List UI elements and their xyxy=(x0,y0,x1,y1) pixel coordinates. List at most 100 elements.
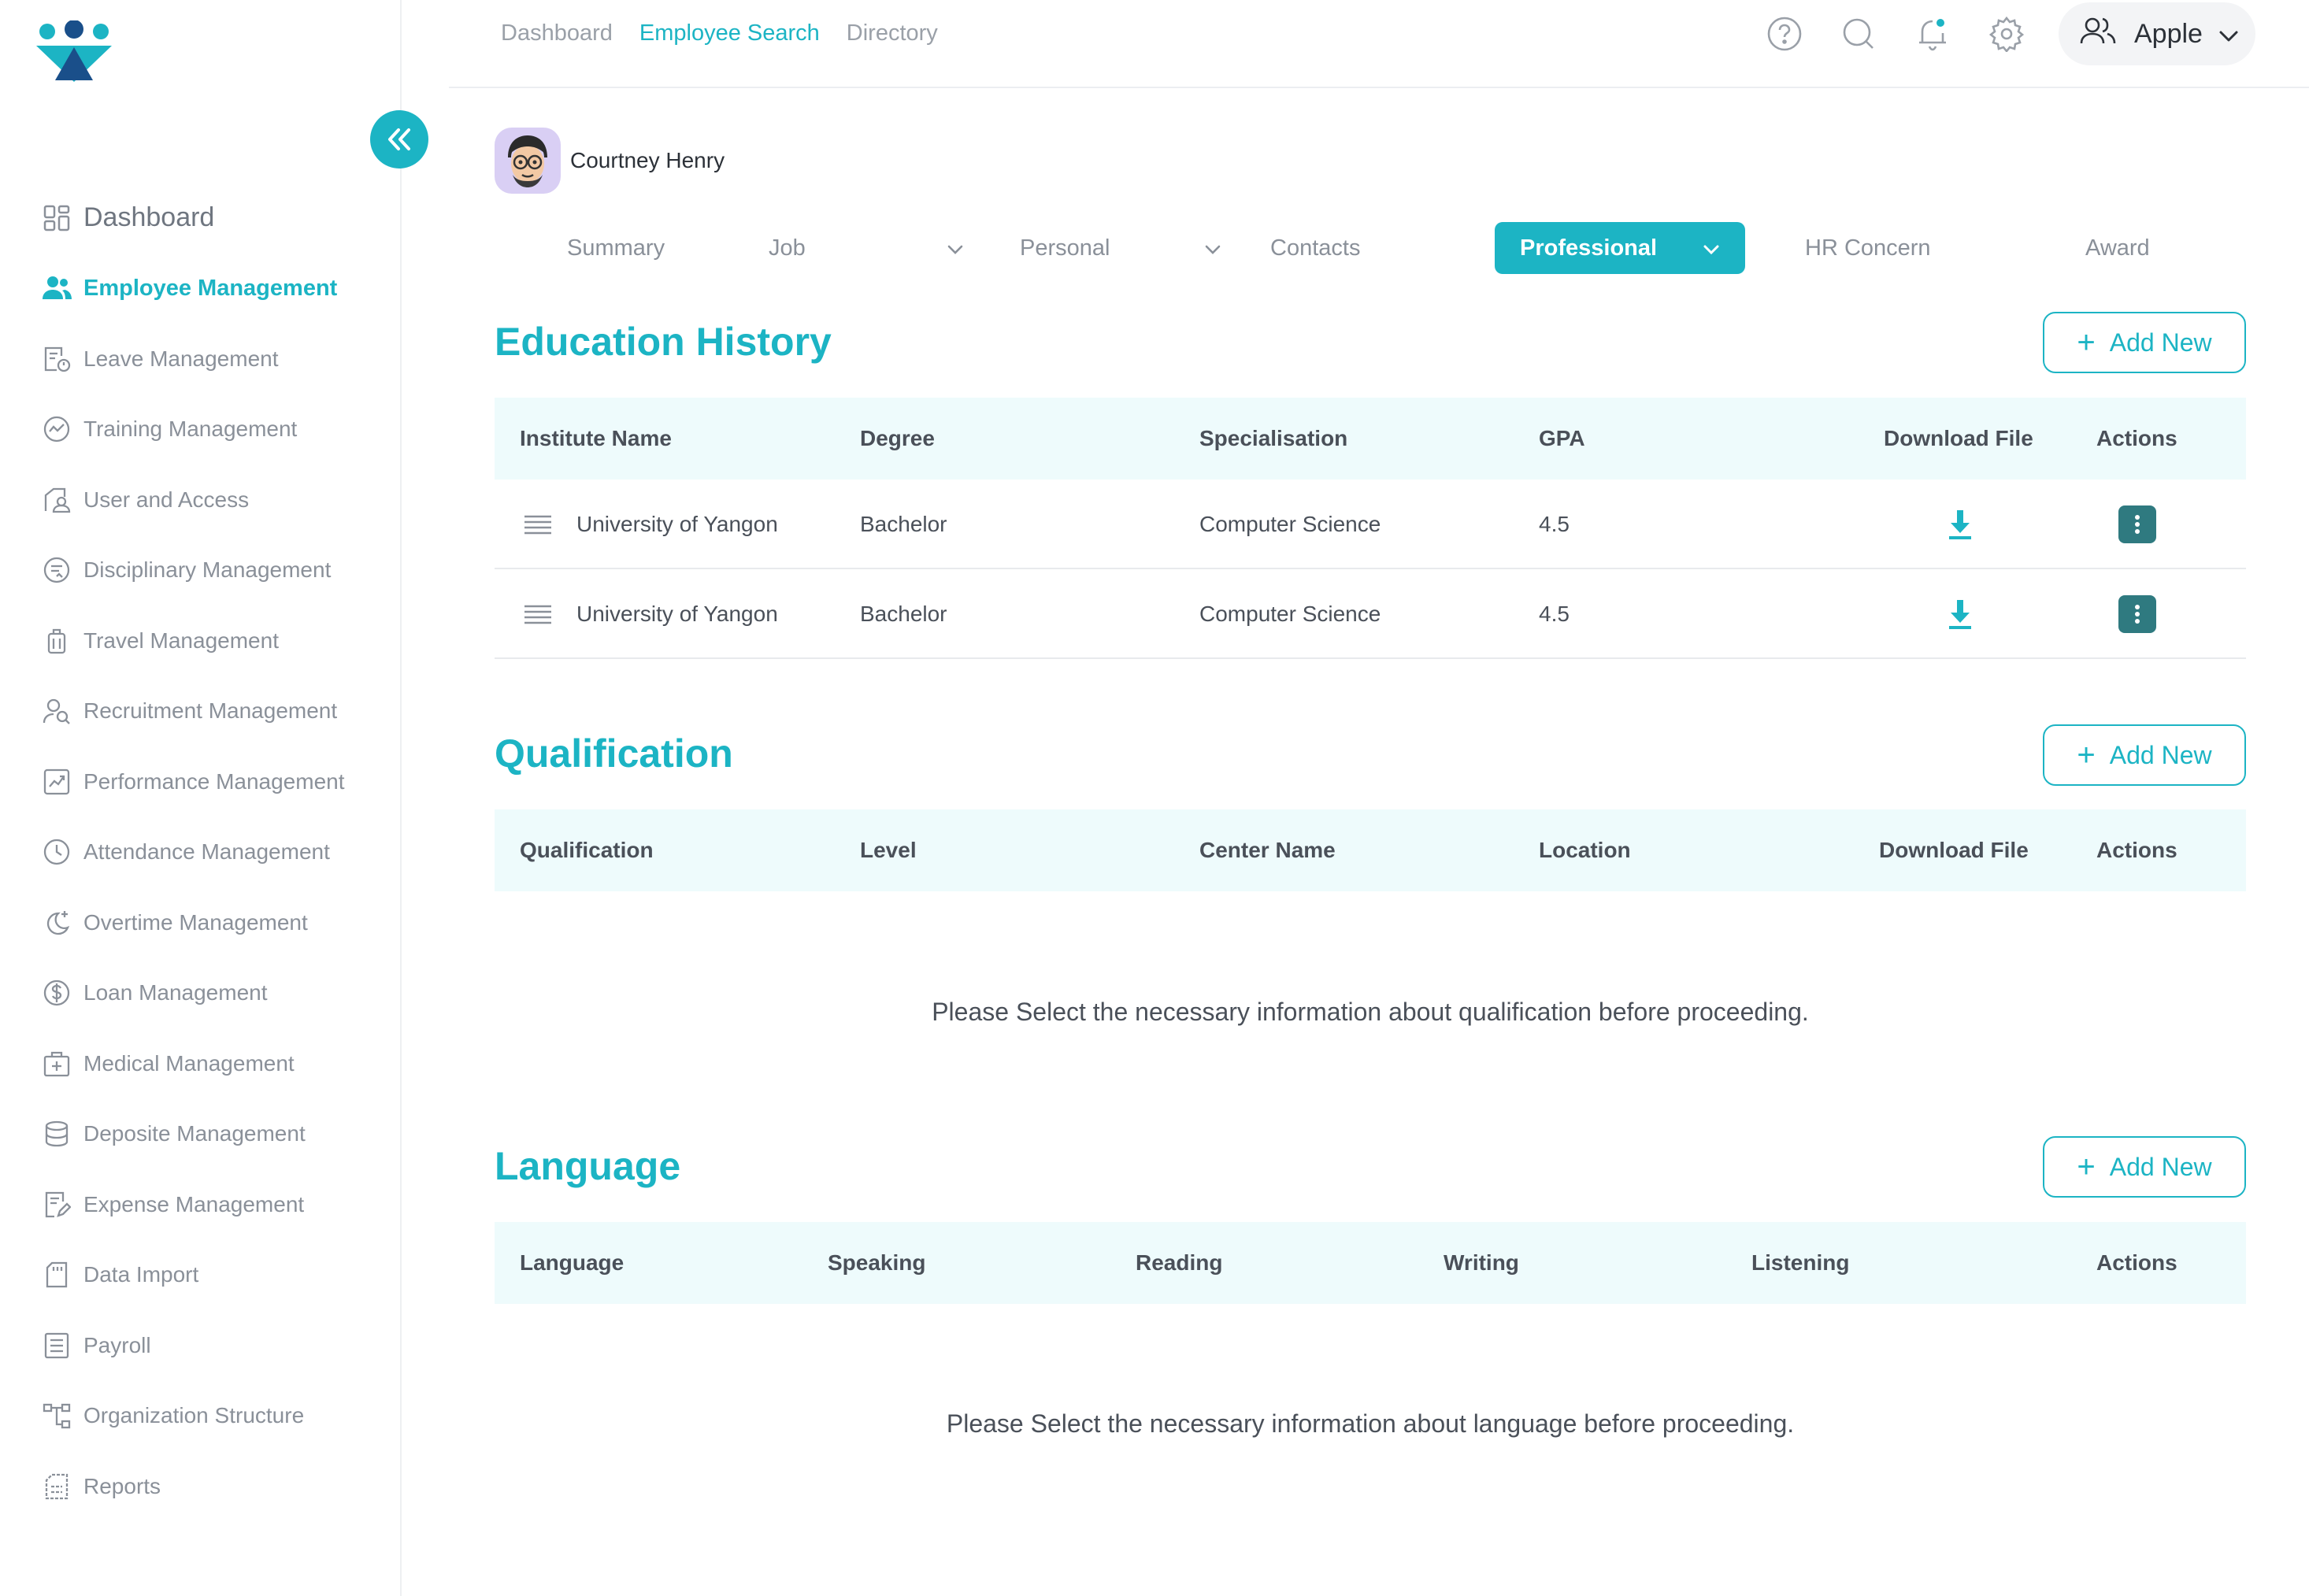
row-actions-button[interactable] xyxy=(2118,480,2156,569)
leave-icon xyxy=(41,343,72,375)
sidebar-item-attendance-management[interactable]: Attendance Management xyxy=(0,817,402,888)
add-qualification-button[interactable]: + Add New xyxy=(2043,724,2246,786)
employee-name: Courtney Henry xyxy=(570,148,725,172)
tab-job[interactable]: Job xyxy=(769,222,964,274)
sidebar-item-reports[interactable]: Reports xyxy=(0,1451,402,1522)
specialisation: Computer Science xyxy=(1199,602,1381,626)
main-content: Courtney Henry Summary Job Personal Cont… xyxy=(495,126,2246,1438)
sidebar-item-medical-management[interactable]: Medical Management xyxy=(0,1028,402,1099)
top-nav-dashboard[interactable]: Dashboard xyxy=(501,20,613,46)
qualification-title: Qualification xyxy=(495,731,733,776)
plus-icon: + xyxy=(2077,325,2096,360)
tab-label: Personal xyxy=(1020,235,1110,261)
column-header: Listening xyxy=(1751,1250,1850,1275)
sidebar-item-travel-management[interactable]: Travel Management xyxy=(0,605,402,676)
sidebar-item-label: Leave Management xyxy=(83,346,279,371)
settings-gear-icon[interactable] xyxy=(1985,12,2029,56)
tab-hr-concern[interactable]: HR Concern xyxy=(1805,222,1931,274)
table-row: University of Yangon Bachelor Computer S… xyxy=(495,569,2246,659)
column-header: Specialisation xyxy=(1199,426,1348,450)
add-language-button[interactable]: + Add New xyxy=(2043,1136,2246,1198)
sidebar-item-recruitment-management[interactable]: Recruitment Management xyxy=(0,676,402,747)
employee-profile-header: Courtney Henry xyxy=(495,126,2246,195)
sidebar-item-label: Performance Management xyxy=(83,768,345,794)
download-icon[interactable] xyxy=(1948,480,1972,569)
dashboard-icon xyxy=(41,202,72,234)
sidebar-item-label: Payroll xyxy=(83,1332,151,1357)
app-logo[interactable] xyxy=(35,20,113,83)
sidebar-item-label: Data Import xyxy=(83,1262,199,1287)
sidebar-item-disciplinary-management[interactable]: Disciplinary Management xyxy=(0,535,402,606)
search-icon[interactable] xyxy=(1836,12,1881,56)
add-education-button[interactable]: + Add New xyxy=(2043,312,2246,373)
download-icon[interactable] xyxy=(1948,569,1972,659)
tab-award[interactable]: Award xyxy=(2085,222,2150,274)
sidebar: Dashboard Employee Management Leave Mana… xyxy=(0,0,428,1596)
sidebar-item-payroll[interactable]: Payroll xyxy=(0,1310,402,1381)
database-icon xyxy=(41,1118,72,1150)
column-header: Level xyxy=(860,838,917,862)
button-label: Add New xyxy=(2109,740,2212,769)
sidebar-item-label: Recruitment Management xyxy=(83,698,338,724)
user-access-icon xyxy=(41,484,72,516)
column-header: Speaking xyxy=(828,1250,926,1275)
column-header: Download File xyxy=(1879,838,2029,862)
collapse-sidebar-button[interactable] xyxy=(370,110,428,168)
column-header: Institute Name xyxy=(520,426,672,450)
sidebar-item-label: Overtime Management xyxy=(83,909,308,935)
drag-handle-icon[interactable] xyxy=(524,569,551,659)
sidebar-item-label: Expense Management xyxy=(83,1191,305,1216)
table-row: University of Yangon Bachelor Computer S… xyxy=(495,480,2246,569)
drag-handle-icon[interactable] xyxy=(524,480,551,569)
sidebar-item-employee-management[interactable]: Employee Management xyxy=(0,254,402,324)
sidebar-item-data-import[interactable]: Data Import xyxy=(0,1240,402,1311)
tab-contacts[interactable]: Contacts xyxy=(1270,222,1360,274)
sidebar-item-label: Medical Management xyxy=(83,1050,295,1076)
sidebar-item-expense-management[interactable]: Expense Management xyxy=(0,1169,402,1240)
luggage-icon xyxy=(41,625,72,657)
top-nav-directory[interactable]: Directory xyxy=(847,20,938,46)
disciplinary-icon xyxy=(41,554,72,586)
chevron-down-icon xyxy=(947,235,964,261)
moon-plus-icon xyxy=(41,907,72,939)
sidebar-item-label: User and Access xyxy=(83,487,250,512)
degree: Bachelor xyxy=(860,602,947,626)
sidebar-item-loan-management[interactable]: Loan Management xyxy=(0,958,402,1029)
top-nav-employee-search[interactable]: Employee Search xyxy=(639,20,820,46)
list-icon xyxy=(41,1330,72,1361)
tab-professional[interactable]: Professional xyxy=(1495,222,1745,274)
column-header: Actions xyxy=(2096,426,2177,450)
sidebar-item-overtime-management[interactable]: Overtime Management xyxy=(0,887,402,958)
sidebar-item-training-management[interactable]: Training Management xyxy=(0,394,402,465)
sidebar-item-label: Dashboard xyxy=(83,202,215,233)
sidebar-item-organization-structure[interactable]: Organization Structure xyxy=(0,1381,402,1452)
row-actions-button[interactable] xyxy=(2118,569,2156,659)
specialisation: Computer Science xyxy=(1199,512,1381,536)
notification-bell-icon[interactable] xyxy=(1911,12,1955,56)
tab-personal[interactable]: Personal xyxy=(1020,222,1221,274)
help-icon[interactable] xyxy=(1762,12,1807,56)
language-empty-message: Please Select the necessary information … xyxy=(946,1409,1795,1438)
sidebar-item-label: Organization Structure xyxy=(83,1403,305,1428)
top-bar: Dashboard Employee Search Directory Appl… xyxy=(449,0,2309,88)
language-title: Language xyxy=(495,1144,681,1188)
sidebar-item-label: Employee Management xyxy=(83,275,338,301)
column-header: Degree xyxy=(860,426,935,450)
sidebar-item-performance-management[interactable]: Performance Management xyxy=(0,746,402,817)
qualification-table-header: Qualification Level Center Name Location… xyxy=(495,809,2246,891)
sd-card-icon xyxy=(41,1259,72,1291)
sidebar-item-dashboard[interactable]: Dashboard xyxy=(0,183,402,254)
chevron-down-icon xyxy=(2218,19,2239,50)
sidebar-nav: Dashboard Employee Management Leave Mana… xyxy=(0,183,402,1522)
avatar xyxy=(495,128,561,194)
medical-icon xyxy=(41,1048,72,1079)
sidebar-item-label: Reports xyxy=(83,1473,161,1498)
user-menu[interactable]: Apple xyxy=(2059,2,2255,65)
tab-summary[interactable]: Summary xyxy=(567,222,665,274)
sidebar-item-leave-management[interactable]: Leave Management xyxy=(0,324,402,394)
more-vertical-icon xyxy=(2118,595,2156,633)
sidebar-item-user-and-access[interactable]: User and Access xyxy=(0,465,402,535)
sidebar-item-deposite-management[interactable]: Deposite Management xyxy=(0,1099,402,1170)
education-table-header: Institute Name Degree Specialisation GPA… xyxy=(495,398,2246,480)
column-header: GPA xyxy=(1539,426,1585,450)
